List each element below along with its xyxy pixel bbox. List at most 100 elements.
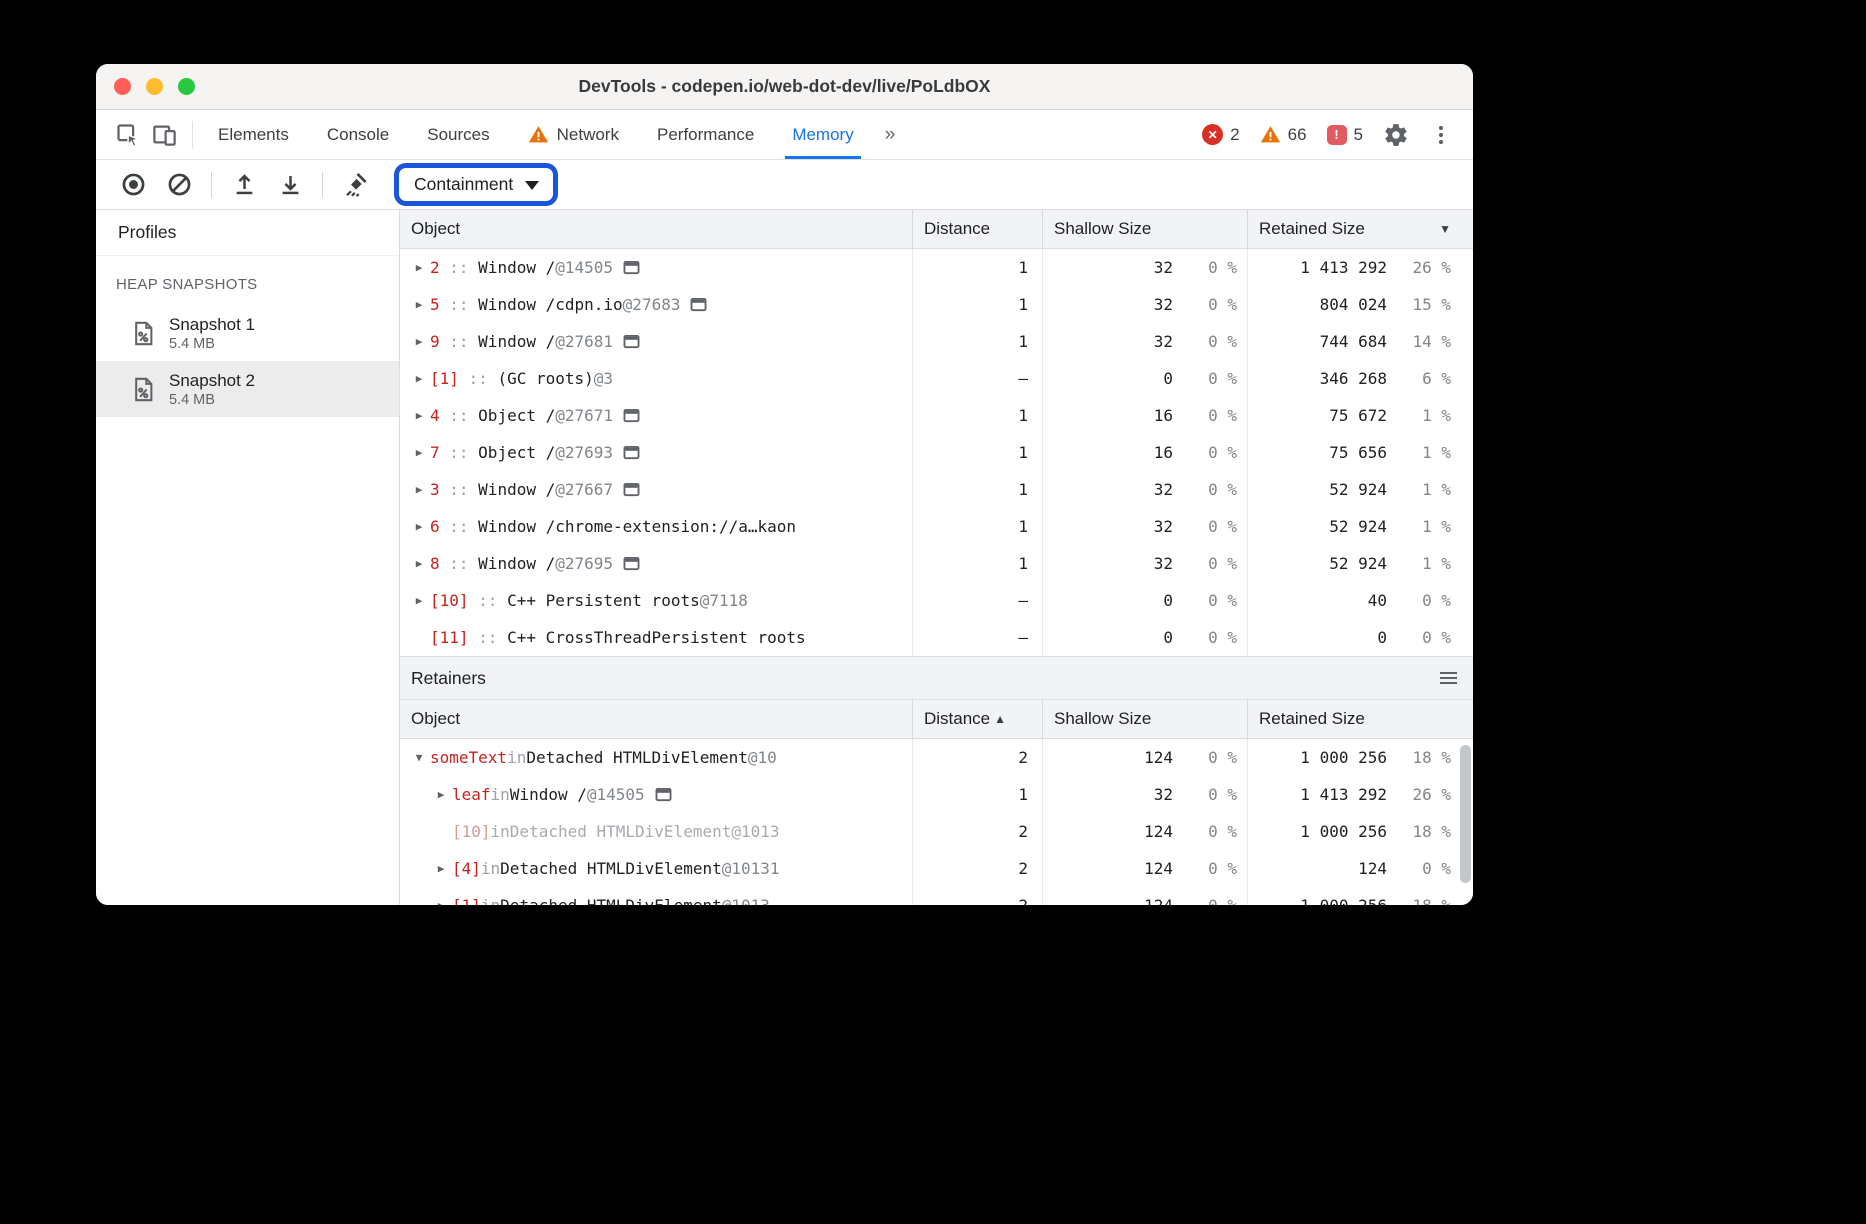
console-warnings-badge[interactable]: 66 bbox=[1260, 124, 1307, 145]
retainer-object-name: Detached HTMLDivElement bbox=[510, 822, 732, 841]
inspect-element-icon[interactable] bbox=[114, 121, 141, 148]
column-header-distance[interactable]: Distance ▲ bbox=[912, 700, 1042, 738]
containment-row[interactable]: ▶3 :: Window / @276671320 %52 9241 % bbox=[400, 471, 1473, 508]
snapshot-size: 5.4 MB bbox=[169, 336, 255, 352]
reveal-in-summary-icon[interactable] bbox=[623, 482, 640, 497]
sidebar-item-snapshot-2[interactable]: Snapshot 2 5.4 MB bbox=[96, 361, 399, 417]
tab-network[interactable]: Network bbox=[509, 110, 638, 159]
containment-row[interactable]: ▶6 :: Window / chrome-extension://a…kaon… bbox=[400, 508, 1473, 545]
reveal-in-summary-icon[interactable] bbox=[690, 297, 707, 312]
minimize-window-button[interactable] bbox=[146, 78, 163, 95]
containment-row[interactable]: ▶2 :: Window / @145051320 %1 413 29226 % bbox=[400, 249, 1473, 286]
save-profile-icon[interactable] bbox=[267, 165, 313, 205]
more-tabs-button[interactable]: » bbox=[873, 110, 908, 159]
expand-arrow-icon[interactable]: ▶ bbox=[408, 520, 430, 533]
tab-elements[interactable]: Elements bbox=[199, 110, 308, 159]
reveal-in-summary-icon[interactable] bbox=[623, 408, 640, 423]
column-header-distance[interactable]: Distance bbox=[912, 210, 1042, 248]
distance-cell: 1 bbox=[912, 434, 1042, 471]
containment-row[interactable]: ▶[10] :: C++ Persistent roots @7118–00 %… bbox=[400, 582, 1473, 619]
expand-arrow-icon[interactable]: ▶ bbox=[408, 335, 430, 348]
shallow-size-value: 32 bbox=[1043, 295, 1173, 314]
retained-size-value: 346 268 bbox=[1248, 369, 1387, 388]
console-errors-badge[interactable]: ✕ 2 bbox=[1202, 124, 1239, 145]
shallow-size-value: 32 bbox=[1043, 258, 1173, 277]
tab-console[interactable]: Console bbox=[308, 110, 408, 159]
column-header-retained-size[interactable]: Retained Size bbox=[1247, 700, 1473, 738]
tab-label: Performance bbox=[657, 125, 754, 145]
containment-row[interactable]: [11] :: C++ CrossThreadPersistent roots–… bbox=[400, 619, 1473, 656]
reveal-in-summary-icon[interactable] bbox=[623, 260, 640, 275]
expand-arrow-icon[interactable]: ▶ bbox=[408, 594, 430, 607]
column-header-shallow-size[interactable]: Shallow Size bbox=[1042, 210, 1247, 248]
settings-gear-icon[interactable] bbox=[1383, 122, 1409, 148]
tab-memory[interactable]: Memory bbox=[773, 110, 872, 159]
object-cell: ▶3 :: Window / @27667 bbox=[400, 471, 912, 508]
perspective-select[interactable]: Containment bbox=[394, 163, 558, 206]
column-header-shallow-size[interactable]: Shallow Size bbox=[1042, 700, 1247, 738]
sidebar-item-snapshot-1[interactable]: Snapshot 1 5.4 MB bbox=[96, 305, 399, 361]
retained-size-value: 0 bbox=[1248, 628, 1387, 647]
reveal-in-summary-icon[interactable] bbox=[623, 445, 640, 460]
collect-garbage-icon[interactable] bbox=[332, 165, 378, 205]
expand-arrow-icon[interactable]: ▶ bbox=[430, 788, 452, 801]
profiles-sidebar: Profiles HEAP SNAPSHOTS Snapshot 1 5.4 M… bbox=[96, 210, 400, 905]
shallow-size-percent: 0 % bbox=[1173, 554, 1237, 573]
retainers-row[interactable]: ▶[1] in Detached HTMLDivElement @1013212… bbox=[400, 887, 1473, 905]
separator: :: bbox=[440, 295, 479, 314]
reveal-in-summary-icon[interactable] bbox=[623, 556, 640, 571]
retainers-row[interactable]: ▶leaf in Window / @145051320 %1 413 2922… bbox=[400, 776, 1473, 813]
zoom-window-button[interactable] bbox=[178, 78, 195, 95]
close-window-button[interactable] bbox=[114, 78, 131, 95]
expand-arrow-icon[interactable]: ▶ bbox=[430, 862, 452, 875]
column-header-retained-size[interactable]: Retained Size ▼ bbox=[1247, 210, 1473, 248]
kebab-menu-icon[interactable] bbox=[1429, 123, 1453, 147]
expand-arrow-icon[interactable]: ▶ bbox=[430, 899, 452, 905]
containment-row[interactable]: ▶8 :: Window / @276951320 %52 9241 % bbox=[400, 545, 1473, 582]
retainers-row[interactable]: ▼someText in Detached HTMLDivElement @10… bbox=[400, 739, 1473, 776]
shallow-size-cell: 160 % bbox=[1042, 434, 1247, 471]
chevron-down-icon bbox=[525, 181, 539, 190]
containment-row[interactable]: ▶7 :: Object / @276931160 %75 6561 % bbox=[400, 434, 1473, 471]
expand-arrow-icon[interactable]: ▶ bbox=[408, 372, 430, 385]
containment-row[interactable]: ▶5 :: Window / cdpn.io @276831320 %804 0… bbox=[400, 286, 1473, 323]
object-id: @27683 bbox=[623, 295, 681, 314]
vertical-scrollbar[interactable] bbox=[1460, 743, 1471, 901]
expand-arrow-icon[interactable]: ▶ bbox=[408, 298, 430, 311]
shallow-size-value: 124 bbox=[1043, 822, 1173, 841]
object-index: 5 bbox=[430, 295, 440, 314]
containment-row[interactable]: ▶[1] :: (GC roots) @3–00 %346 2686 % bbox=[400, 360, 1473, 397]
shallow-size-value: 0 bbox=[1043, 369, 1173, 388]
expand-arrow-icon[interactable]: ▶ bbox=[408, 261, 430, 274]
tab-label: Network bbox=[557, 125, 619, 145]
record-heap-snapshot-icon[interactable] bbox=[110, 165, 156, 205]
load-profile-icon[interactable] bbox=[221, 165, 267, 205]
issues-badge[interactable]: ! 5 bbox=[1327, 125, 1363, 145]
containment-row[interactable]: ▶4 :: Object / @276711160 %75 6721 % bbox=[400, 397, 1473, 434]
expand-arrow-icon[interactable]: ▶ bbox=[408, 483, 430, 496]
expand-arrow-icon[interactable]: ▶ bbox=[408, 446, 430, 459]
column-header-object[interactable]: Object bbox=[400, 700, 912, 738]
hamburger-menu-icon[interactable] bbox=[1440, 672, 1457, 684]
scrollbar-thumb[interactable] bbox=[1460, 745, 1471, 883]
reveal-in-summary-icon[interactable] bbox=[623, 334, 640, 349]
distance-cell: 1 bbox=[912, 508, 1042, 545]
tab-performance[interactable]: Performance bbox=[638, 110, 773, 159]
expand-arrow-icon[interactable]: ▶ bbox=[408, 409, 430, 422]
retainers-row[interactable]: ▶[4] in Detached HTMLDivElement @1013121… bbox=[400, 850, 1473, 887]
retained-size-percent: 0 % bbox=[1387, 859, 1451, 878]
shallow-size-value: 124 bbox=[1043, 748, 1173, 767]
tab-sources[interactable]: Sources bbox=[408, 110, 508, 159]
retainers-row[interactable]: [10] in Detached HTMLDivElement @1013212… bbox=[400, 813, 1473, 850]
device-toolbar-icon[interactable] bbox=[151, 121, 178, 148]
clear-profiles-icon[interactable] bbox=[156, 165, 202, 205]
retained-size-value: 1 413 292 bbox=[1248, 258, 1387, 277]
expand-arrow-icon[interactable]: ▶ bbox=[408, 557, 430, 570]
collapse-arrow-icon[interactable]: ▼ bbox=[408, 751, 430, 764]
reveal-in-summary-icon[interactable] bbox=[655, 787, 672, 802]
issues-icon: ! bbox=[1327, 125, 1347, 145]
heap-snapshot-view: Object Distance Shallow Size Retained Si… bbox=[400, 210, 1473, 905]
object-id: @1013 bbox=[731, 822, 779, 841]
column-header-object[interactable]: Object bbox=[400, 210, 912, 248]
containment-row[interactable]: ▶9 :: Window / @276811320 %744 68414 % bbox=[400, 323, 1473, 360]
